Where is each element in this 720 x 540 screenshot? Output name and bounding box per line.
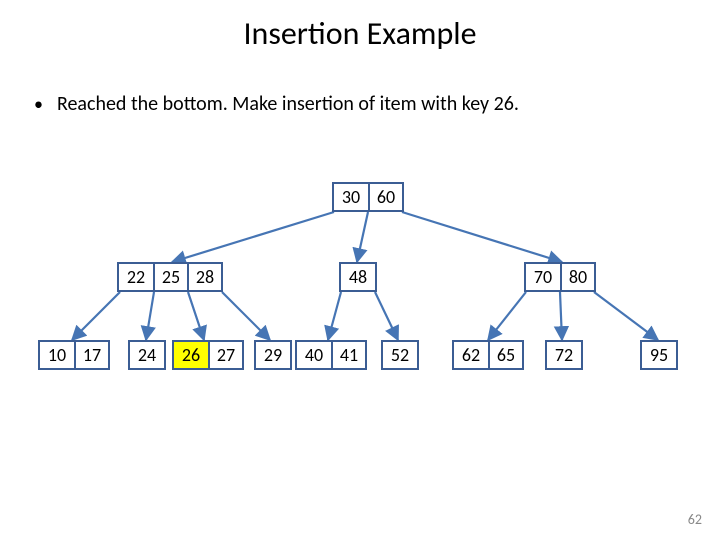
leaf-node: 62 65 [452,340,524,370]
leaf-node: 40 41 [295,340,367,370]
node-cell: 95 [642,342,676,368]
leaf-node: 72 [545,340,583,370]
internal-node: 70 80 [524,262,596,292]
root-node: 30 60 [332,182,404,212]
node-cell: 70 [526,264,560,290]
node-cell: 29 [256,342,290,368]
node-cell: 25 [153,264,187,290]
leaf-node: 52 [381,340,419,370]
leaf-node: 10 17 [38,340,110,370]
slide-number: 62 [688,511,702,528]
node-cell: 48 [341,264,375,290]
node-cell: 41 [331,342,365,368]
leaf-node: 29 [254,340,292,370]
internal-node: 22 25 28 [117,262,223,292]
node-cell: 30 [334,184,368,210]
internal-node: 48 [339,262,377,292]
node-cell: 62 [454,342,488,368]
node-cell: 27 [208,342,242,368]
node-cell: 72 [547,342,581,368]
node-cell: 24 [130,342,164,368]
node-cell-highlighted: 26 [174,342,208,368]
node-cell: 40 [297,342,331,368]
node-cell: 17 [74,342,108,368]
leaf-node: 24 [128,340,166,370]
leaf-node: 95 [640,340,678,370]
node-cell: 80 [560,264,594,290]
node-cell: 52 [383,342,417,368]
node-cell: 22 [119,264,153,290]
leaf-node: 26 27 [172,340,244,370]
node-cell: 65 [488,342,522,368]
node-cell: 28 [187,264,221,290]
node-cell: 60 [368,184,402,210]
node-cell: 10 [40,342,74,368]
